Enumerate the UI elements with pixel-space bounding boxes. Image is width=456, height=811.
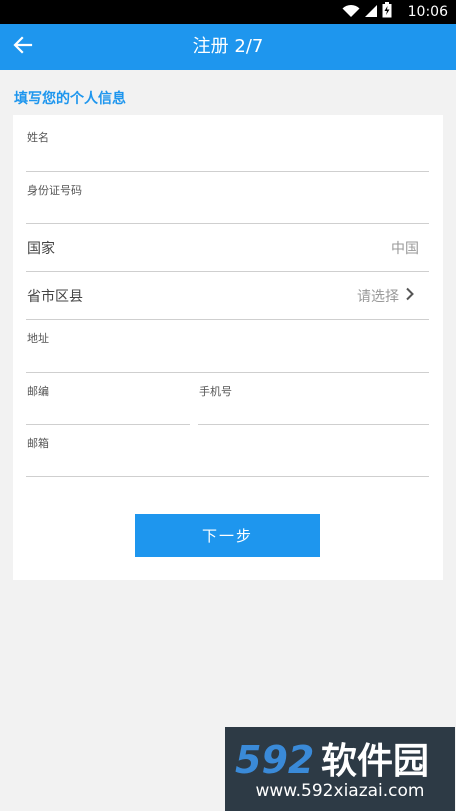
status-time: 10:06 xyxy=(407,4,448,20)
region-label: 省市区县 xyxy=(27,288,83,305)
email-input[interactable] xyxy=(26,452,429,474)
chevron-right-icon xyxy=(405,287,415,305)
name-input[interactable] xyxy=(26,147,429,169)
svg-text:592: 592 xyxy=(235,738,314,782)
watermark-logo: 592 软件园 xyxy=(235,738,429,782)
phone-input[interactable] xyxy=(198,400,429,422)
phone-label: 手机号 xyxy=(199,385,232,398)
email-field: 邮箱 xyxy=(26,425,429,477)
battery-icon xyxy=(382,2,392,22)
address-label: 地址 xyxy=(27,332,49,345)
address-field: 地址 xyxy=(26,320,429,373)
status-icons xyxy=(342,2,392,22)
address-input[interactable] xyxy=(26,348,429,370)
region-value: 请选择 xyxy=(357,288,399,305)
phone-field: 手机号 xyxy=(198,373,429,425)
svg-text:软件园: 软件园 xyxy=(321,741,429,782)
name-field: 姓名 xyxy=(26,115,429,172)
country-label: 国家 xyxy=(27,240,55,257)
postcode-label: 邮编 xyxy=(27,385,49,398)
app-bar: 注册 2/7 xyxy=(0,24,456,70)
section-heading: 填写您的个人信息 xyxy=(14,91,126,107)
postcode-field: 邮编 xyxy=(26,373,190,425)
form-card: 姓名 身份证号码 国家 中国 省市区县 请选择 地址 邮编 手机号 邮箱 下一步 xyxy=(13,115,443,580)
id-number-input[interactable] xyxy=(26,199,429,221)
id-number-field: 身份证号码 xyxy=(26,172,429,224)
region-row[interactable]: 省市区县 请选择 xyxy=(26,272,429,320)
wifi-icon xyxy=(342,3,360,22)
country-row[interactable]: 国家 中国 xyxy=(26,224,429,272)
next-step-button[interactable]: 下一步 xyxy=(135,514,320,557)
name-label: 姓名 xyxy=(27,131,49,144)
postcode-input[interactable] xyxy=(26,400,190,422)
signal-icon xyxy=(364,3,378,22)
region-selector: 请选择 xyxy=(357,272,415,319)
email-label: 邮箱 xyxy=(27,437,49,450)
register-screen: 10:06 注册 2/7 填写您的个人信息 姓名 身份证号码 国家 中国 省市区… xyxy=(0,0,456,811)
page-title: 注册 2/7 xyxy=(192,36,264,57)
watermark: 592 软件园 www.592xiazai.com xyxy=(225,727,455,811)
status-bar: 10:06 xyxy=(0,0,456,24)
id-number-label: 身份证号码 xyxy=(27,184,82,197)
watermark-url: www.592xiazai.com xyxy=(255,781,425,801)
country-value: 中国 xyxy=(391,240,419,257)
